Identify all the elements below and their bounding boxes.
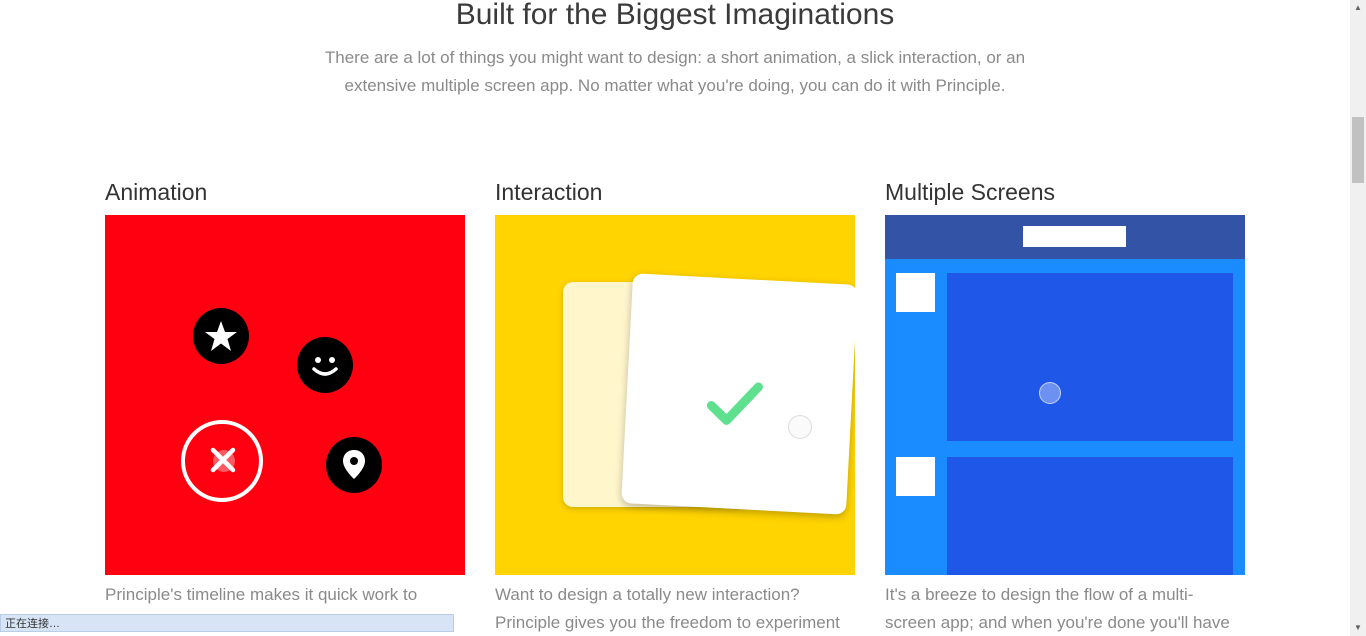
feature-desc-interaction: Want to design a totally new interaction… [495, 581, 855, 636]
scroll-down-arrow-icon[interactable]: ▼ [1350, 620, 1366, 636]
app-header [885, 215, 1245, 259]
vertical-scrollbar[interactable]: ▲ ▼ [1350, 0, 1366, 636]
list-thumbnail [896, 273, 935, 312]
app-title-placeholder [1023, 226, 1126, 247]
checkmark-icon [706, 382, 763, 425]
feature-interaction: Interaction Want to design a totally new… [495, 178, 855, 636]
scrollbar-thumb[interactable] [1352, 117, 1364, 183]
section-subtitle: There are a lot of things you might want… [300, 44, 1050, 100]
map-pin-icon [326, 437, 382, 493]
touch-indicator [1039, 382, 1061, 404]
smiley-icon [297, 337, 353, 393]
desc-line: It's a breeze to design the flow of a mu… [885, 585, 1194, 604]
feature-heading-animation: Animation [105, 179, 208, 205]
page-content: Built for the Biggest Imaginations There… [0, 0, 1350, 636]
desc-line: screen app; and when you're done you'll … [885, 613, 1230, 632]
feature-heading-multiple-screens: Multiple Screens [885, 179, 1056, 205]
browser-status-bar: 正在连接… [0, 614, 454, 632]
list-item-panel[interactable] [947, 273, 1233, 441]
list-thumbnail [896, 457, 935, 496]
feature-animation: Animation Principle's timeline makes it … [105, 178, 465, 609]
touch-indicator [788, 415, 812, 439]
multiple-screens-demo-tile [885, 215, 1245, 575]
subtitle-line-2: extensive multiple screen app. No matter… [344, 76, 1006, 95]
desc-line: Principle's timeline makes it quick work… [105, 585, 418, 604]
subtitle-line-1: There are a lot of things you might want… [324, 48, 1026, 67]
animation-demo-tile [105, 215, 465, 575]
scroll-up-arrow-icon[interactable]: ▲ [1350, 0, 1366, 16]
feature-desc-multiple-screens: It's a breeze to design the flow of a mu… [885, 581, 1245, 636]
interaction-demo-tile [495, 215, 855, 575]
close-icon [210, 447, 236, 473]
desc-line: Want to design a totally new interaction… [495, 585, 800, 604]
star-icon [193, 308, 249, 364]
section-title: Built for the Biggest Imaginations [455, 0, 895, 31]
desc-line: Principle gives you the freedom to exper… [495, 613, 840, 632]
close-button-ring[interactable] [181, 420, 263, 502]
feature-heading-interaction: Interaction [495, 179, 603, 205]
list-item-panel[interactable] [947, 457, 1233, 575]
feature-multiple-screens: Multiple Screens It's a breeze to design… [885, 178, 1245, 636]
feature-desc-animation: Principle's timeline makes it quick work… [105, 581, 465, 609]
front-card[interactable] [621, 273, 855, 515]
